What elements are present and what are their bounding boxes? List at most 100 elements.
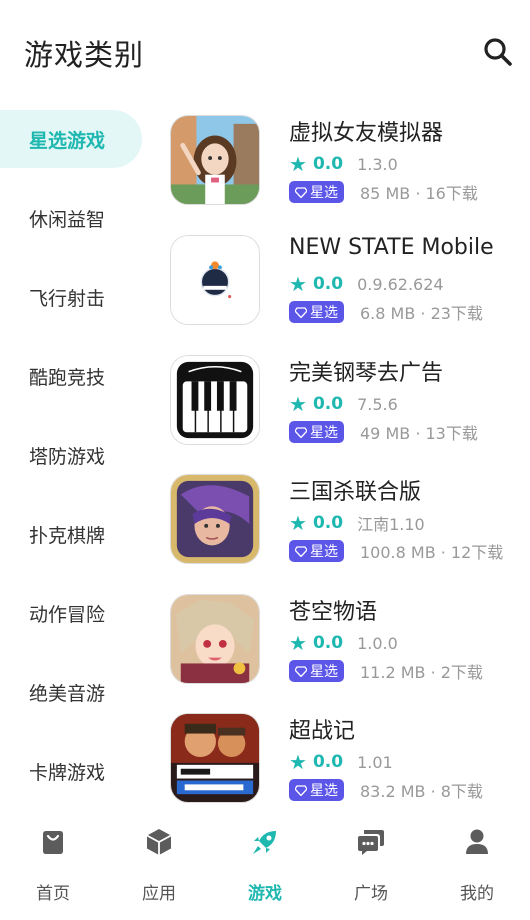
shopping-bag-icon <box>43 831 63 854</box>
game-meta: 49 MB · 13下载 <box>360 424 478 443</box>
rating-line: ★ 0.0 1.0.0 <box>289 631 398 655</box>
game-list: 虚拟女友模拟器 ★ 0.0 1.3.0 星选 85 MB · 16下载 NEW … <box>150 100 530 820</box>
game-version: 1.01 <box>357 752 393 772</box>
nav-games[interactable]: 游戏 <box>212 815 318 920</box>
game-name: 虚拟女友模拟器 <box>289 121 444 146</box>
featured-badge: 星选 <box>289 779 344 801</box>
cube-icon <box>146 829 172 855</box>
rating-line: ★ 0.0 1.01 <box>289 750 393 774</box>
category-item-music[interactable]: 绝美音游 <box>0 663 142 721</box>
star-icon: ★ <box>289 511 307 535</box>
category-item-shooting[interactable]: 飞行射击 <box>0 268 142 326</box>
star-icon: ★ <box>289 392 307 416</box>
meta-line: 星选 6.8 MB · 23下载 <box>289 300 483 324</box>
diamond-icon <box>295 784 307 796</box>
category-label: 酷跑竞技 <box>29 366 106 389</box>
featured-badge: 星选 <box>289 540 344 562</box>
meta-line: 星选 100.8 MB · 12下载 <box>289 539 503 563</box>
game-meta: 85 MB · 16下载 <box>360 184 478 203</box>
anime-character-icon[interactable] <box>170 594 260 684</box>
nav-label: 应用 <box>142 884 176 904</box>
diamond-icon <box>295 665 307 677</box>
category-item-tower-defense[interactable]: 塔防游戏 <box>0 426 142 484</box>
category-label: 动作冒险 <box>29 603 106 626</box>
badge-label: 星选 <box>310 783 338 799</box>
game-version: 7.5.6 <box>357 394 398 414</box>
featured-badge: 星选 <box>289 660 344 682</box>
badge-label: 星选 <box>310 305 338 321</box>
game-meta: 11.2 MB · 2下载 <box>360 663 483 682</box>
game-score: 0.0 <box>312 633 344 653</box>
rating-line: ★ 0.0 7.5.6 <box>289 392 398 416</box>
game-version: 江南1.10 <box>357 515 425 534</box>
diamond-icon <box>295 186 307 198</box>
game-score: 0.0 <box>312 274 344 294</box>
badge-label: 星选 <box>310 664 338 680</box>
category-item-featured[interactable]: 星选游戏 <box>0 110 142 168</box>
nav-home[interactable]: 首页 <box>0 815 106 920</box>
ultra-battle-icon[interactable] <box>170 713 260 803</box>
rating-line: ★ 0.0 1.3.0 <box>289 152 398 176</box>
game-name: 三国杀联合版 <box>289 480 422 505</box>
game-version: 1.0.0 <box>357 633 398 653</box>
game-list-item[interactable]: 超战记 ★ 0.0 1.01 星选 83.2 MB · 8下载 <box>150 698 530 803</box>
featured-badge: 星选 <box>289 421 344 443</box>
game-meta: 100.8 MB · 12下载 <box>360 543 504 562</box>
anime-girl-icon[interactable] <box>170 115 260 205</box>
category-label: 星选游戏 <box>29 129 106 152</box>
game-list-item[interactable]: 苍空物语 ★ 0.0 1.0.0 星选 11.2 MB · 2下载 <box>150 579 530 684</box>
meta-line: 星选 49 MB · 13下载 <box>289 420 478 444</box>
piano-icon[interactable] <box>170 355 260 445</box>
game-score: 0.0 <box>312 154 344 174</box>
category-item-card-board[interactable]: 扑克棋牌 <box>0 505 142 563</box>
category-item-casual[interactable]: 休闲益智 <box>0 189 142 247</box>
warrior-portrait-icon[interactable] <box>170 474 260 564</box>
category-label: 卡牌游戏 <box>29 761 106 784</box>
category-item-card-game[interactable]: 卡牌游戏 <box>0 742 142 800</box>
game-list-item[interactable]: 完美钢琴去广告 ★ 0.0 7.5.6 星选 49 MB · 13下载 <box>150 340 530 445</box>
nav-label: 游戏 <box>248 884 282 904</box>
star-icon: ★ <box>289 152 307 176</box>
bottom-nav: 首页 应用 游戏 广场 我的 <box>0 815 530 920</box>
category-label: 塔防游戏 <box>29 445 106 468</box>
game-name: 超战记 <box>289 719 356 744</box>
category-sidebar: 星选游戏 休闲益智 飞行射击 酷跑竞技 塔防游戏 扑克棋牌 动作冒险 绝美音游 … <box>0 100 150 820</box>
game-name: 苍空物语 <box>289 600 378 625</box>
badge-label: 星选 <box>310 544 338 560</box>
category-label: 绝美音游 <box>29 682 106 705</box>
app-header: 游戏类别 <box>0 0 530 100</box>
nav-plaza[interactable]: 广场 <box>318 815 424 920</box>
diamond-icon <box>295 426 307 438</box>
nav-apps[interactable]: 应用 <box>106 815 212 920</box>
person-icon <box>466 829 488 854</box>
game-version: 0.9.62.624 <box>357 274 444 294</box>
diamond-icon <box>295 306 307 318</box>
page-title: 游戏类别 <box>24 38 145 72</box>
category-item-action[interactable]: 动作冒险 <box>0 584 142 642</box>
featured-badge: 星选 <box>289 301 344 323</box>
chat-icon <box>358 830 384 855</box>
game-score: 0.0 <box>312 513 344 533</box>
game-list-item[interactable]: 三国杀联合版 ★ 0.0 江南1.10 星选 100.8 MB · 12下载 <box>150 459 530 564</box>
nav-label: 首页 <box>36 884 70 904</box>
game-meta: 6.8 MB · 23下载 <box>360 304 483 323</box>
craft-logo-icon[interactable] <box>170 235 260 325</box>
nav-me[interactable]: 我的 <box>424 815 530 920</box>
game-list-item[interactable]: NEW STATE Mobile ★ 0.0 0.9.62.624 星选 6.8… <box>150 220 530 325</box>
game-list-item[interactable]: 虚拟女友模拟器 ★ 0.0 1.3.0 星选 85 MB · 16下载 <box>150 100 530 205</box>
game-name: 完美钢琴去广告 <box>289 361 444 386</box>
nav-label: 广场 <box>354 884 388 904</box>
diamond-icon <box>295 545 307 557</box>
star-icon: ★ <box>289 631 307 655</box>
meta-line: 星选 85 MB · 16下载 <box>289 180 478 204</box>
game-name: NEW STATE Mobile <box>289 235 494 260</box>
rocket-icon <box>253 831 276 854</box>
game-version: 1.3.0 <box>357 154 398 174</box>
category-label: 休闲益智 <box>29 208 106 231</box>
badge-label: 星选 <box>310 425 338 441</box>
featured-badge: 星选 <box>289 181 344 203</box>
search-icon[interactable] <box>482 36 514 68</box>
game-meta: 83.2 MB · 8下载 <box>360 782 483 801</box>
category-label: 扑克棋牌 <box>29 524 106 547</box>
category-item-racing[interactable]: 酷跑竞技 <box>0 347 142 405</box>
